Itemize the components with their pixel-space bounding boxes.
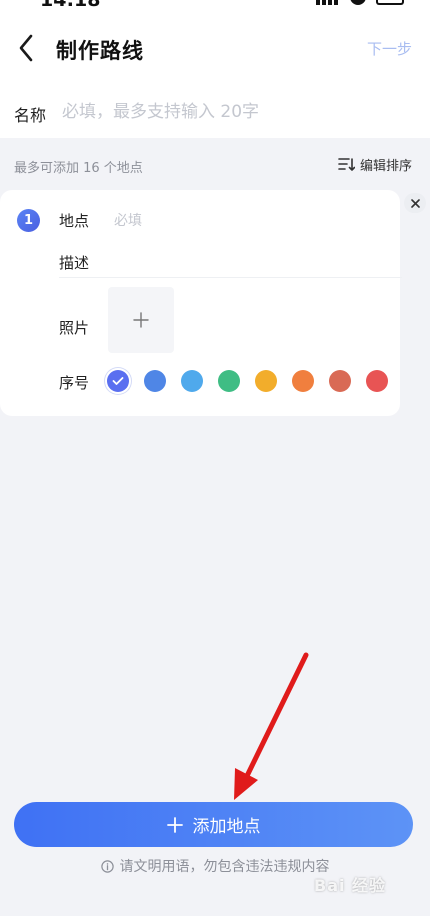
info-icon [100,859,114,873]
add-photo-button[interactable] [108,287,174,353]
battery-icon [376,0,404,5]
location-label: 地点 [59,212,90,230]
back-button[interactable] [12,30,42,66]
stop-number-badge: 1 [17,209,40,232]
field-divider [59,277,402,278]
description-input[interactable] [114,251,384,273]
header: 制作路线 下一步 [0,10,430,85]
route-name-label: 名称 [14,106,47,125]
close-icon [410,198,420,208]
color-swatch[interactable] [144,370,166,392]
route-name-input[interactable] [62,97,402,127]
page-title: 制作路线 [56,39,144,63]
watermark: Bai 经验 [314,876,387,895]
location-input[interactable] [114,210,384,232]
signal-icon [316,0,340,5]
location-limit-text: 最多可添加 16 个地点 [14,161,143,176]
status-time: 14:18 [40,0,100,10]
color-swatch[interactable] [292,370,314,392]
color-swatch[interactable] [329,370,351,392]
color-swatch[interactable] [107,370,129,392]
photo-label: 照片 [59,319,90,337]
content-notice-text: 请文明用语，勿包含违法违规内容 [119,859,330,875]
chevron-left-icon [19,34,33,62]
add-location-button[interactable]: 添加地点 [14,802,413,847]
add-location-label: 添加地点 [192,817,261,837]
color-swatch[interactable] [181,370,203,392]
order-label: 序号 [59,374,90,392]
status-icons [316,0,404,5]
edit-sort-button[interactable]: 编辑排序 [338,155,412,174]
color-swatch[interactable] [255,370,277,392]
plus-icon [133,312,149,328]
description-label: 描述 [59,254,90,272]
next-step-button[interactable]: 下一步 [367,38,412,59]
wifi-icon [350,0,366,5]
status-bar: 14:18 [0,0,430,10]
plus-icon [166,816,183,833]
edit-sort-label: 编辑排序 [359,159,412,174]
color-swatch[interactable] [218,370,240,392]
color-swatch[interactable] [366,370,388,392]
sort-icon [338,158,355,171]
route-name-row: 名称 [0,85,430,138]
check-icon [112,377,124,385]
remove-stop-button[interactable] [404,193,426,213]
